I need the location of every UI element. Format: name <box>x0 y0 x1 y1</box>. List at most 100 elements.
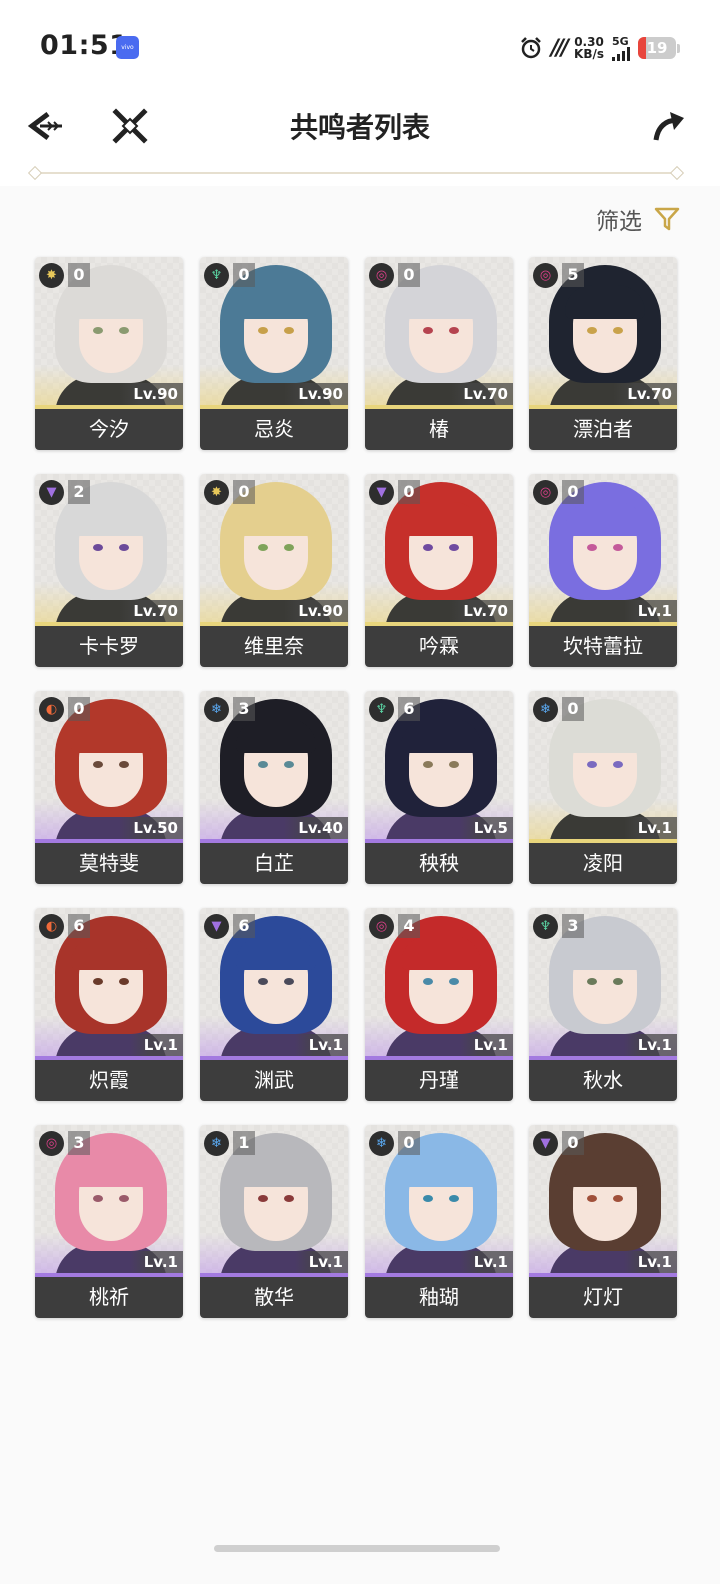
resonator-name: 漂泊者 <box>529 409 677 450</box>
character-portrait: ▼ 6 Lv.1 <box>200 908 348 1056</box>
portrait-eye <box>258 978 268 985</box>
portrait-eye <box>587 1195 597 1202</box>
portrait-fringe <box>565 1153 645 1187</box>
share-button[interactable] <box>648 104 692 148</box>
sequence-badge: 2 <box>68 480 90 504</box>
portrait-fringe <box>236 285 316 319</box>
character-portrait: ♆ 3 Lv.1 <box>529 908 677 1056</box>
level-label: Lv.90 <box>284 600 348 622</box>
portrait-fringe <box>565 285 645 319</box>
character-portrait: ▼ 0 Lv.1 <box>529 1125 677 1273</box>
portrait-fringe <box>71 936 151 970</box>
resonator-card[interactable]: ▼ 0 Lv.1 灯灯 <box>529 1125 677 1318</box>
sequence-badge: 6 <box>398 697 420 721</box>
top-navigation-bar: 共鸣者列表 <box>0 96 720 186</box>
portrait-eye <box>258 327 268 334</box>
aero-element-icon: ♆ <box>533 914 558 939</box>
resonator-card[interactable]: ◎ 5 Lv.70 漂泊者 <box>529 257 677 450</box>
level-label: Lv.70 <box>449 600 513 622</box>
portrait-eye <box>119 544 129 551</box>
resonator-card[interactable]: ◐ 0 Lv.50 莫特斐 <box>35 691 183 884</box>
sequence-badge: 0 <box>68 697 90 721</box>
electro-element-icon: ▼ <box>369 480 394 505</box>
portrait-fringe <box>565 719 645 753</box>
sequence-badge: 1 <box>233 1131 255 1155</box>
portrait-eye <box>449 1195 459 1202</box>
sequence-badge: 3 <box>562 914 584 938</box>
level-label: Lv.40 <box>284 817 348 839</box>
level-label: Lv.1 <box>623 817 677 839</box>
portrait-eye <box>449 327 459 334</box>
status-indicators: /// 0.30 KB/s 5G 19 <box>519 32 680 64</box>
resonator-card[interactable]: ✸ 0 Lv.90 维里奈 <box>200 474 348 667</box>
portrait-eye <box>449 761 459 768</box>
portrait-eye <box>258 1195 268 1202</box>
resonator-card[interactable]: ◎ 4 Lv.1 丹瑾 <box>365 908 513 1101</box>
resonator-card[interactable]: ▼ 0 Lv.70 吟霖 <box>365 474 513 667</box>
level-label: Lv.70 <box>613 383 677 405</box>
resonator-card[interactable]: ◎ 3 Lv.1 桃祈 <box>35 1125 183 1318</box>
sequence-badge: 0 <box>398 1131 420 1155</box>
app-notification-icon: /// <box>550 35 569 61</box>
resonator-card[interactable]: ◎ 0 Lv.1 坎特蕾拉 <box>529 474 677 667</box>
portrait-eye <box>93 761 103 768</box>
portrait-eye <box>119 978 129 985</box>
portrait-eye <box>284 761 294 768</box>
portrait-eye <box>613 761 623 768</box>
resonator-card[interactable]: ❄ 3 Lv.40 白芷 <box>200 691 348 884</box>
character-portrait: ◎ 4 Lv.1 <box>365 908 513 1056</box>
fusion-element-icon: ◐ <box>39 697 64 722</box>
resonator-name: 忌炎 <box>200 409 348 450</box>
resonator-card[interactable]: ♆ 0 Lv.90 忌炎 <box>200 257 348 450</box>
resonator-card[interactable]: ♆ 3 Lv.1 秋水 <box>529 908 677 1101</box>
portrait-eye <box>423 1195 433 1202</box>
electro-element-icon: ▼ <box>204 914 229 939</box>
character-portrait: ❄ 0 Lv.1 <box>365 1125 513 1273</box>
alarm-icon <box>521 37 541 59</box>
havoc-element-icon: ◎ <box>39 1131 64 1156</box>
portrait-eye <box>587 327 597 334</box>
character-portrait: ▼ 2 Lv.70 <box>35 474 183 622</box>
sequence-badge: 3 <box>68 1131 90 1155</box>
sequence-badge: 4 <box>398 914 420 938</box>
portrait-eye <box>93 327 103 334</box>
resonator-card[interactable]: ◎ 0 Lv.70 椿 <box>365 257 513 450</box>
resonator-card[interactable]: ▼ 6 Lv.1 渊武 <box>200 908 348 1101</box>
portrait-fringe <box>236 1153 316 1187</box>
character-portrait: ◐ 0 Lv.50 <box>35 691 183 839</box>
level-label: Lv.1 <box>459 1251 513 1273</box>
resonator-card[interactable]: ❄ 1 Lv.1 散华 <box>200 1125 348 1318</box>
level-label: Lv.70 <box>449 383 513 405</box>
level-label: Lv.70 <box>119 600 183 622</box>
portrait-eye <box>284 327 294 334</box>
havoc-element-icon: ◎ <box>533 480 558 505</box>
sequence-badge: 6 <box>233 914 255 938</box>
resonator-name: 散华 <box>200 1277 348 1318</box>
resonator-card[interactable]: ❄ 0 Lv.1 凌阳 <box>529 691 677 884</box>
filter-button[interactable]: 筛选 <box>596 202 680 236</box>
resonator-card[interactable]: ▼ 2 Lv.70 卡卡罗 <box>35 474 183 667</box>
resonator-card[interactable]: ✸ 0 Lv.90 今汐 <box>35 257 183 450</box>
portrait-eye <box>284 1195 294 1202</box>
resonator-card[interactable]: ❄ 0 Lv.1 釉瑚 <box>365 1125 513 1318</box>
resonator-name: 凌阳 <box>529 843 677 884</box>
portrait-fringe <box>401 936 481 970</box>
resonator-name: 白芷 <box>200 843 348 884</box>
resonator-name: 丹瑾 <box>365 1060 513 1101</box>
battery-tip <box>677 43 680 53</box>
portrait-eye <box>613 327 623 334</box>
resonator-card[interactable]: ◐ 6 Lv.1 炽霞 <box>35 908 183 1101</box>
portrait-eye <box>258 761 268 768</box>
aero-element-icon: ♆ <box>369 697 394 722</box>
character-portrait: ◎ 3 Lv.1 <box>35 1125 183 1273</box>
portrait-fringe <box>236 502 316 536</box>
portrait-eye <box>423 978 433 985</box>
signal-bars-icon <box>612 46 630 61</box>
home-indicator[interactable] <box>214 1545 500 1552</box>
level-label: Lv.1 <box>294 1034 348 1056</box>
portrait-eye <box>93 1195 103 1202</box>
resonator-card[interactable]: ♆ 6 Lv.5 秧秧 <box>365 691 513 884</box>
page-title: 共鸣者列表 <box>289 111 430 144</box>
resonator-name: 灯灯 <box>529 1277 677 1318</box>
character-portrait: ❄ 1 Lv.1 <box>200 1125 348 1273</box>
